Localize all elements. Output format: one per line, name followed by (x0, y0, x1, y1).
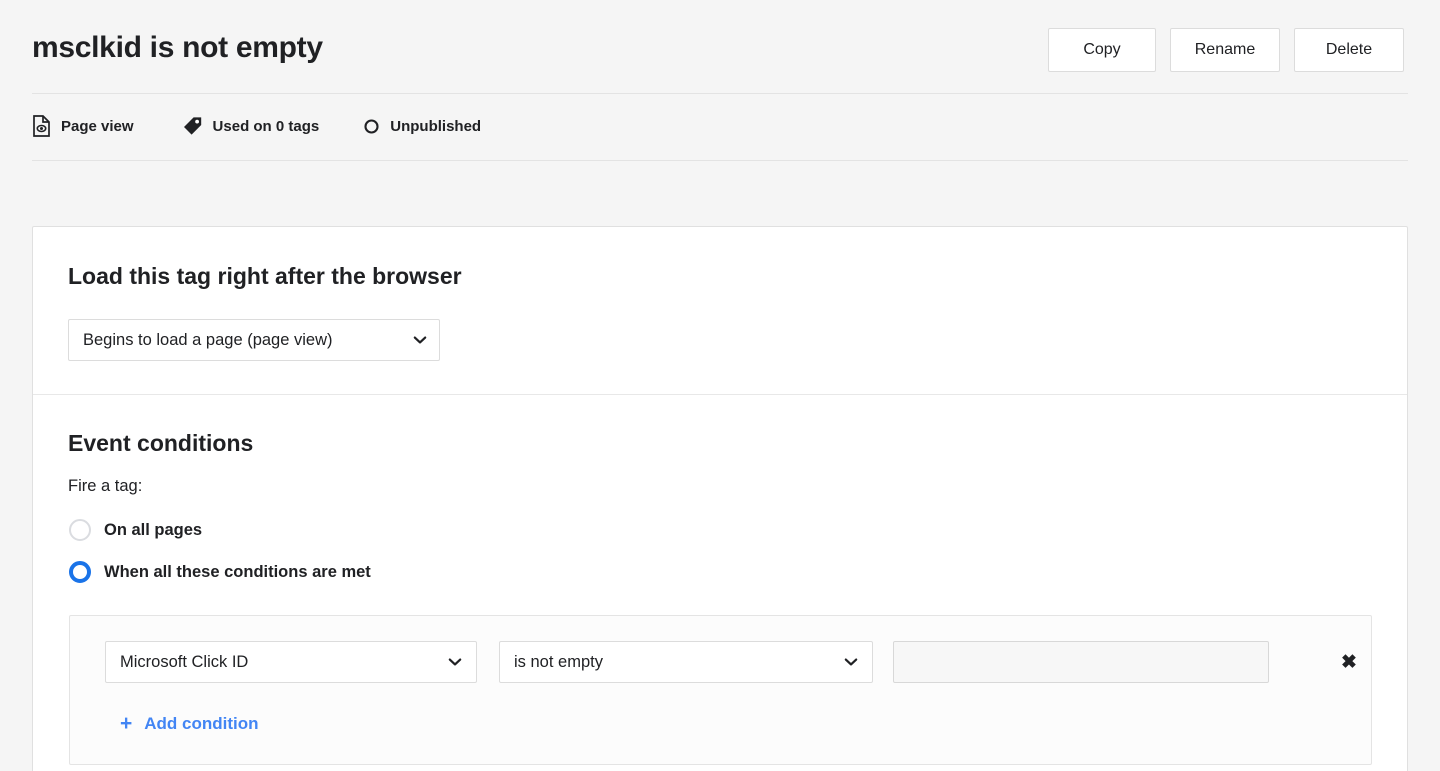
meta-item-page-view-label: Page view (61, 117, 134, 135)
add-condition-link[interactable]: + Add condition (120, 713, 259, 734)
chevron-down-icon (413, 320, 427, 360)
delete-button[interactable]: Delete (1294, 28, 1404, 72)
radio-option-conditions-met-label: When all these conditions are met (104, 562, 371, 581)
page-header: msclkid is not empty Copy Rename Delete (0, 0, 1440, 94)
event-conditions-title: Event conditions (68, 430, 254, 456)
fire-a-tag-label: Fire a tag: (68, 477, 143, 495)
page-view-icon (32, 115, 51, 137)
tag-config-card: Load this tag right after the browser Be… (32, 226, 1408, 771)
meta-item-used-on-tags-label: Used on 0 tags (212, 117, 320, 135)
tag-icon (182, 116, 203, 137)
unpublished-circle-icon (363, 118, 380, 135)
condition-operator-select[interactable]: is not empty (499, 641, 873, 683)
radio-unselected-icon[interactable] (69, 519, 91, 541)
condition-value-input[interactable] (893, 641, 1269, 683)
remove-condition-button[interactable]: ✖ (1328, 641, 1370, 683)
chevron-down-icon (448, 642, 462, 682)
copy-button[interactable]: Copy (1048, 28, 1156, 72)
add-condition-label: Add condition (144, 713, 259, 733)
header-divider-top (32, 93, 1408, 94)
meta-item-unpublished: Unpublished (363, 118, 481, 135)
condition-row: Microsoft Click ID is not empty ✖ (70, 616, 1371, 702)
condition-variable-value: Microsoft Click ID (120, 652, 249, 671)
radio-option-conditions-met[interactable]: When all these conditions are met (69, 561, 371, 583)
chevron-down-icon (844, 642, 858, 682)
page-title: msclkid is not empty (32, 31, 323, 64)
tag-editor-page: msclkid is not empty Copy Rename Delete … (0, 0, 1440, 771)
meta-item-used-on-tags: Used on 0 tags (182, 116, 320, 137)
radio-option-on-all-pages-label: On all pages (104, 520, 203, 539)
rename-button[interactable]: Rename (1170, 28, 1280, 72)
trigger-select[interactable]: Begins to load a page (page view) (68, 319, 440, 361)
radio-selected-icon[interactable] (69, 561, 91, 583)
card-section-divider (33, 394, 1407, 395)
conditions-group: Microsoft Click ID is not empty ✖ + Add … (69, 615, 1372, 765)
meta-item-page-view: Page view (32, 115, 134, 137)
header-actions: Copy Rename Delete (1048, 28, 1404, 72)
trigger-section-title: Load this tag right after the browser (68, 263, 462, 289)
condition-operator-value: is not empty (514, 652, 603, 671)
trigger-select-value: Begins to load a page (page view) (83, 330, 333, 349)
plus-icon: + (120, 712, 133, 735)
meta-item-unpublished-label: Unpublished (390, 117, 482, 135)
condition-variable-select[interactable]: Microsoft Click ID (105, 641, 477, 683)
radio-option-on-all-pages[interactable]: On all pages (69, 519, 202, 541)
meta-bar: Page view Used on 0 tags Unpublished (32, 110, 481, 142)
header-divider-bottom (32, 160, 1408, 161)
